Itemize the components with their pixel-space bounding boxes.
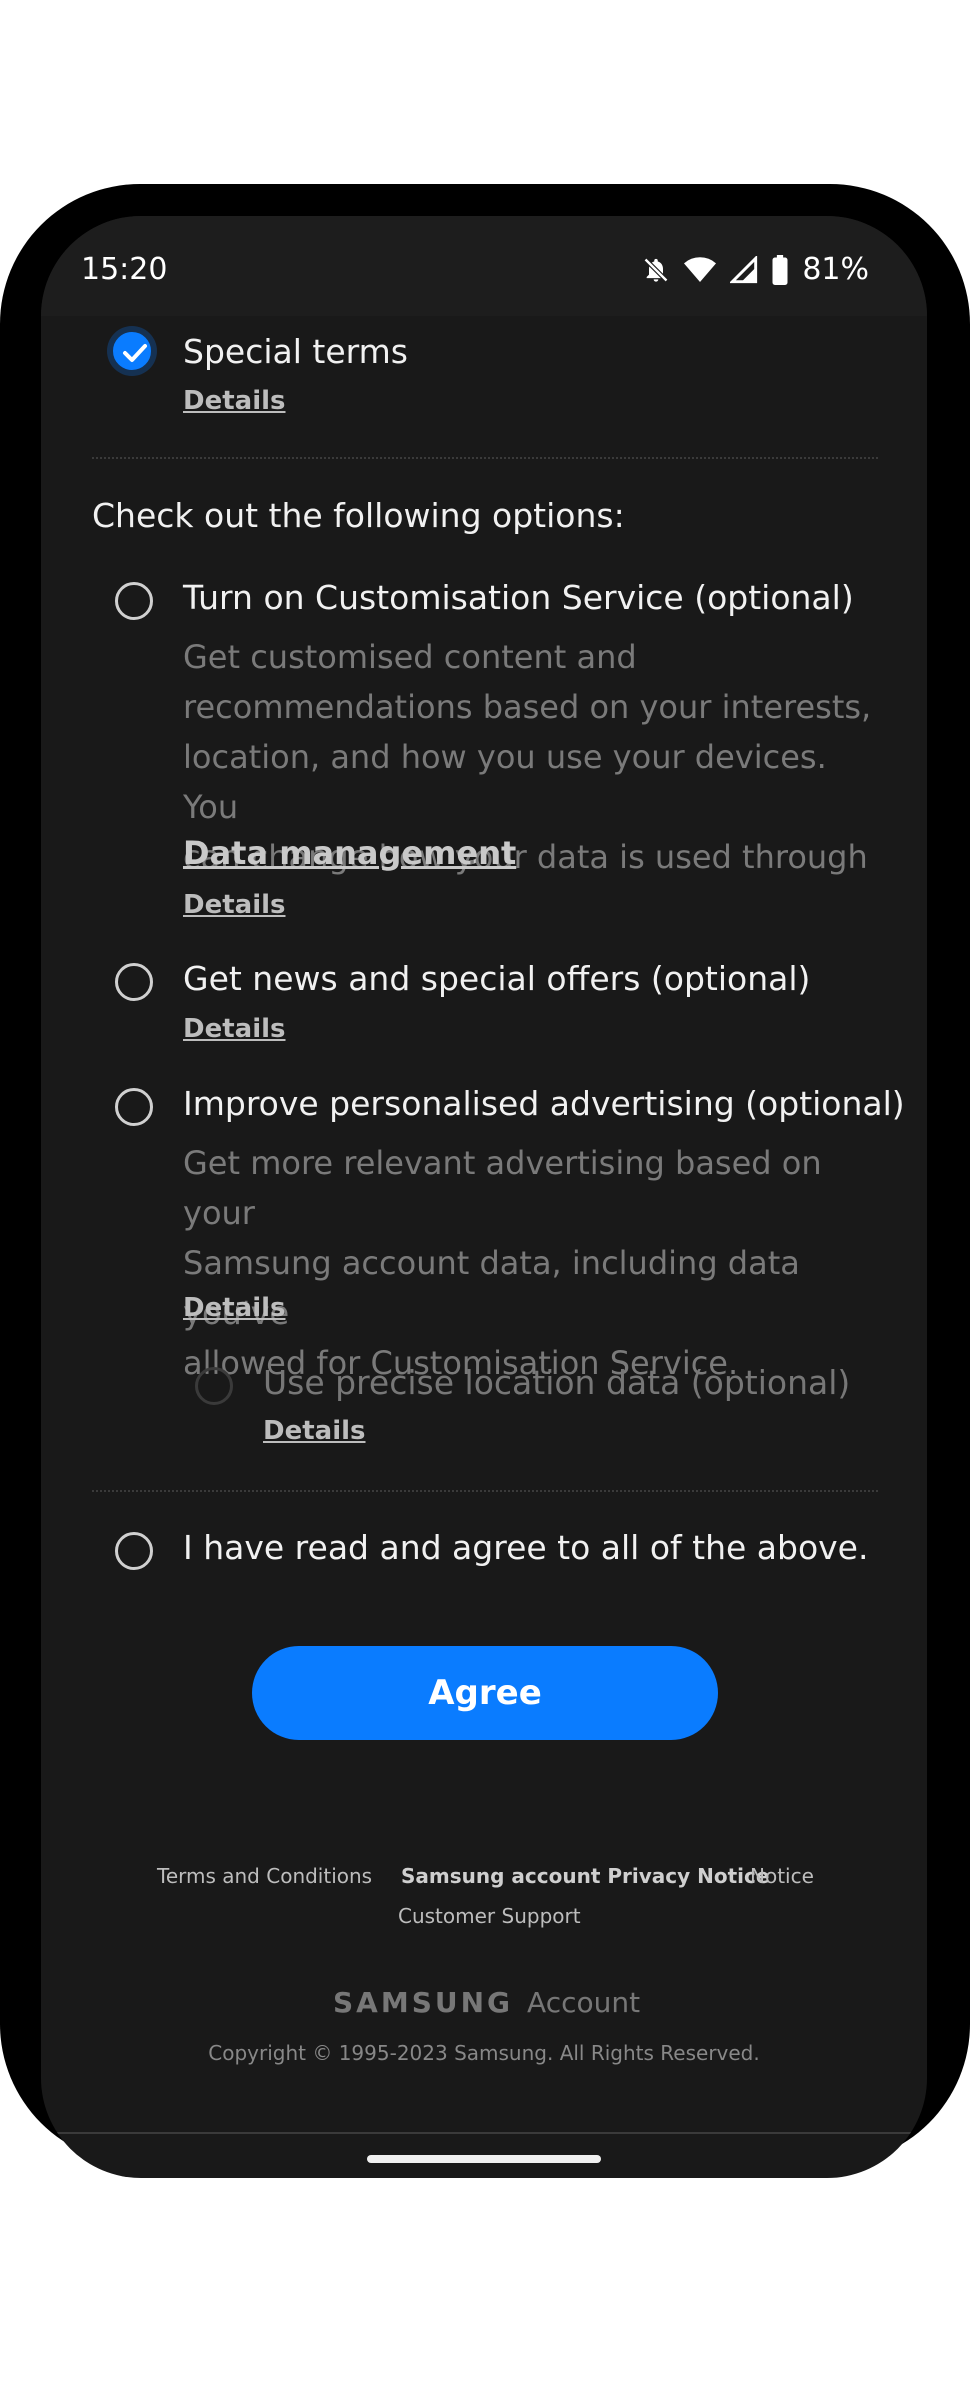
privacy-notice-link[interactable]: Samsung account Privacy Notice (401, 1864, 769, 1888)
divider (92, 457, 878, 459)
notice-link[interactable]: Notice (750, 1864, 814, 1888)
agree-all-label: I have read and agree to all of the abov… (183, 1528, 869, 1567)
special-terms-label: Special terms (183, 332, 408, 371)
advertising-desc-line: Samsung account data, including data you… (183, 1244, 800, 1332)
notifications-off-icon (642, 256, 670, 284)
location-details-link[interactable]: Details (263, 1416, 366, 1446)
advertising-details-link[interactable]: Details (183, 1293, 286, 1323)
customisation-label: Turn on Customisation Service (optional) (183, 578, 854, 617)
customisation-radio[interactable] (115, 582, 153, 620)
signal-icon (730, 255, 758, 284)
brand-suffix: Account (527, 1986, 641, 2019)
data-management-suffix: . (467, 834, 478, 872)
options-title: Check out the following options: (92, 496, 625, 535)
battery-icon (772, 254, 788, 285)
copyright: Copyright © 1995-2023 Samsung. All Right… (208, 2041, 760, 2065)
customisation-desc-line: location, and how you use your devices. … (183, 738, 827, 826)
terms-link[interactable]: Terms and Conditions (157, 1864, 372, 1888)
customer-support-link[interactable]: Customer Support (398, 1904, 581, 1928)
battery-level: 81% (802, 252, 869, 287)
news-label: Get news and special offers (optional) (183, 959, 811, 998)
wifi-icon (684, 256, 717, 284)
advertising-label: Improve personalised advertising (option… (183, 1084, 905, 1123)
agree-all-radio[interactable] (115, 1532, 153, 1570)
home-gesture-bar[interactable] (367, 2155, 601, 2163)
status-icons: 81% (642, 252, 869, 287)
status-bar: 15:20 81% (41, 216, 927, 316)
screen: 15:20 81% Special terms Details Check ou… (41, 216, 927, 2178)
advertising-desc-line: Get more relevant advertising based on y… (183, 1144, 822, 1232)
advertising-description: Get more relevant advertising based on y… (183, 1138, 903, 1388)
status-time: 15:20 (81, 252, 168, 287)
special-terms-checkbox[interactable] (113, 332, 151, 370)
divider (92, 1490, 878, 1492)
news-radio[interactable] (115, 963, 153, 1001)
agree-button[interactable]: Agree (252, 1646, 718, 1740)
brand-name: SAMSUNG (333, 1986, 514, 2019)
nav-divider (41, 2132, 927, 2134)
news-details-link[interactable]: Details (183, 1014, 286, 1044)
location-label: Use precise location data (optional) (263, 1363, 851, 1402)
customisation-desc-line: Get customised content and (183, 638, 637, 676)
customisation-desc-line: recommendations based on your interests, (183, 688, 872, 726)
samsung-account-logo: SAMSUNG Account (333, 1986, 640, 2019)
location-radio[interactable] (195, 1367, 233, 1405)
customisation-details-link[interactable]: Details (183, 890, 286, 920)
advertising-radio[interactable] (115, 1088, 153, 1126)
special-terms-details-link[interactable]: Details (183, 386, 286, 416)
